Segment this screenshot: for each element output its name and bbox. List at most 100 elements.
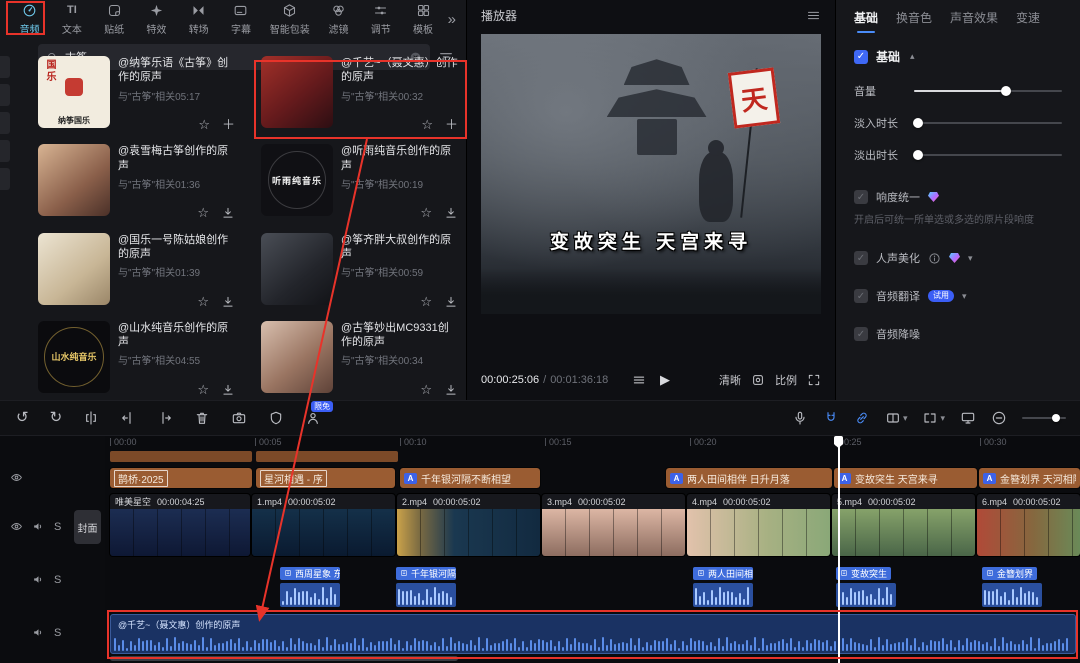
fade-in-slider[interactable] [914, 117, 1062, 129]
undo-icon[interactable]: ↺ [16, 410, 29, 426]
preview-axis-tool[interactable]: ▾ [885, 410, 908, 426]
cover-button[interactable]: 封面 [74, 510, 101, 544]
download-icon[interactable] [221, 295, 235, 309]
audio-translate-checkbox[interactable]: ✓ [854, 289, 868, 303]
trim-left-icon[interactable] [120, 410, 136, 426]
mute-track-icon[interactable] [32, 520, 45, 533]
video-clip[interactable]: 3.mp400:00:05:02 [542, 494, 685, 556]
download-icon[interactable] [444, 295, 458, 309]
info-icon[interactable] [928, 252, 941, 265]
toggle-visibility-icon[interactable] [10, 471, 23, 484]
ratio-button[interactable]: 比例 [775, 372, 797, 388]
download-icon[interactable] [444, 383, 458, 397]
text-clip[interactable]: A千年银河隔不断相望 [400, 468, 540, 488]
loudness-checkbox[interactable]: ✓ [854, 190, 868, 204]
tab-templates[interactable]: 模板 [405, 3, 440, 36]
fit-timeline-icon[interactable] [960, 410, 976, 426]
text-clip[interactable]: A变故突生 天宫来寻 [834, 468, 977, 488]
tab-adjust[interactable]: 调节 [363, 3, 398, 36]
favorite-star-icon[interactable]: ☆ [197, 383, 209, 397]
favorite-star-icon[interactable]: ☆ [421, 118, 433, 132]
tab-captions[interactable]: 字幕 [223, 3, 258, 36]
chevron-down-icon[interactable]: ▾ [962, 291, 967, 302]
more-tabs-button[interactable]: » [448, 11, 456, 28]
collapsed-category-stub[interactable] [0, 56, 10, 78]
track-layout-tool[interactable]: ▾ [922, 410, 945, 426]
music-card[interactable]: 山水纯音乐 @山水纯音乐创作的原声 与"古筝"相关04:55 ☆ [38, 321, 235, 397]
video-clip[interactable]: 1.mp400:00:05:02 [252, 494, 395, 556]
music-card[interactable]: @国乐一号陈姑娘创作的原声 与"古筝"相关01:39 ☆ [38, 233, 235, 309]
zoom-out-icon[interactable] [991, 410, 1007, 426]
playlist-icon[interactable] [632, 373, 646, 387]
favorite-star-icon[interactable]: ☆ [197, 295, 209, 309]
music-card[interactable]: @筝齐胖大叔创作的原声 与"古筝"相关00:59 ☆ [261, 233, 458, 309]
volume-slider[interactable] [914, 85, 1062, 97]
favorite-star-icon[interactable]: ☆ [197, 206, 209, 220]
delete-icon[interactable] [194, 410, 210, 426]
add-to-track-icon[interactable]: ＋ [445, 118, 458, 132]
text-clip[interactable]: 星河相遇 - 序 [256, 468, 395, 488]
tab-audio[interactable]: 音频 [12, 3, 47, 36]
denoise-checkbox[interactable]: ✓ [854, 327, 868, 341]
toggle-visibility-icon[interactable] [10, 520, 23, 533]
music-card[interactable]: @古筝妙出MC9331创作的原声 与"古筝"相关00:34 ☆ [261, 321, 458, 397]
text-clip[interactable]: A金簪划界 天河相隔 [979, 468, 1080, 488]
music-card[interactable]: 听雨纯音乐 @听雨纯音乐创作的原声 与"古筝"相关00:19 ☆ [261, 144, 458, 220]
record-voiceover-icon[interactable] [792, 410, 808, 426]
inspector-tab-sound-effects[interactable]: 声音效果 [950, 9, 998, 26]
inspector-tab-voice-change[interactable]: 换音色 [896, 9, 932, 26]
tab-sticker[interactable]: 贴纸 [97, 3, 132, 36]
freeze-frame-icon[interactable] [231, 410, 247, 426]
tts-audio-clip[interactable]: 西周星象 东 [280, 564, 340, 607]
horizontal-scrollbar[interactable] [110, 656, 458, 661]
music-card[interactable]: @袁雪梅古筝创作的原声 与"古筝"相关01:36 ☆ [38, 144, 235, 220]
trim-right-icon[interactable] [157, 410, 173, 426]
quality-button[interactable]: 清晰 [719, 372, 741, 388]
tab-effects[interactable]: 特效 [139, 3, 174, 36]
basic-section-checkbox[interactable]: ✓ [854, 50, 868, 64]
tab-text[interactable]: TI文本 [54, 3, 89, 36]
split-icon[interactable] [83, 410, 99, 426]
redo-icon[interactable]: ↻ [50, 410, 63, 426]
solo-track-button[interactable]: S [54, 521, 61, 533]
tab-smart-package[interactable]: 智能包装 [266, 3, 314, 36]
text-clip-partial[interactable] [256, 451, 398, 462]
fade-out-slider[interactable] [914, 149, 1062, 161]
download-icon[interactable] [444, 206, 458, 220]
video-clip[interactable]: 唯美星空00:00:04:25 [110, 494, 250, 556]
voice-beautify-checkbox[interactable]: ✓ [854, 251, 868, 265]
favorite-star-icon[interactable]: ☆ [420, 206, 432, 220]
fullscreen-icon[interactable] [807, 373, 821, 387]
time-ruler[interactable]: 00:00 00:05 00:10 00:15 00:20 00:25 00:3… [110, 436, 1080, 450]
collapse-caret-icon[interactable]: ▴ [910, 51, 915, 62]
solo-track-button[interactable]: S [54, 627, 61, 639]
chevron-down-icon[interactable]: ▾ [968, 253, 973, 264]
text-clip-partial[interactable] [110, 451, 252, 462]
player-menu-icon[interactable] [806, 8, 821, 23]
music-card-selected[interactable]: @千艺~（聂文惠）创作的原声 与"古筝"相关00:32 ☆＋ [261, 56, 458, 132]
video-clip[interactable]: 2.mp400:00:05:02 [397, 494, 540, 556]
collapsed-category-stub[interactable] [0, 140, 10, 162]
collapsed-category-stub[interactable] [0, 84, 10, 106]
matting-tool[interactable]: 限免 [305, 410, 321, 426]
inspector-tab-basic[interactable]: 基础 [854, 9, 878, 26]
mute-track-icon[interactable] [32, 626, 45, 639]
music-audio-clip[interactable]: @千艺~（聂文惠）创作的原声 [110, 614, 1076, 654]
video-preview[interactable]: 天 变故突生 天宫来寻 [481, 34, 821, 314]
collapsed-category-stub[interactable] [0, 168, 10, 190]
favorite-star-icon[interactable]: ☆ [420, 383, 432, 397]
solo-track-button[interactable]: S [54, 574, 61, 586]
linkage-icon[interactable] [854, 410, 870, 426]
play-button[interactable]: ▶ [660, 372, 670, 388]
tab-transitions[interactable]: 转场 [181, 3, 216, 36]
video-clip[interactable]: 5.mp400:00:05:02 [832, 494, 975, 556]
add-to-track-icon[interactable]: ＋ [222, 118, 235, 132]
download-icon[interactable] [221, 383, 235, 397]
tts-audio-clip[interactable]: 变故突生 [836, 564, 896, 607]
mask-icon[interactable] [268, 410, 284, 426]
favorite-star-icon[interactable]: ☆ [198, 118, 210, 132]
text-clip[interactable]: A两人田间相伴 日升月落 [666, 468, 832, 488]
music-card[interactable]: 国乐 纳筝国乐 @纳筝乐语《古筝》创作的原声 与"古筝"相关05:17 ☆＋ [38, 56, 235, 132]
snap-magnet-icon[interactable] [823, 410, 839, 426]
tts-audio-clip[interactable]: 两人田间相伴 [693, 564, 753, 607]
